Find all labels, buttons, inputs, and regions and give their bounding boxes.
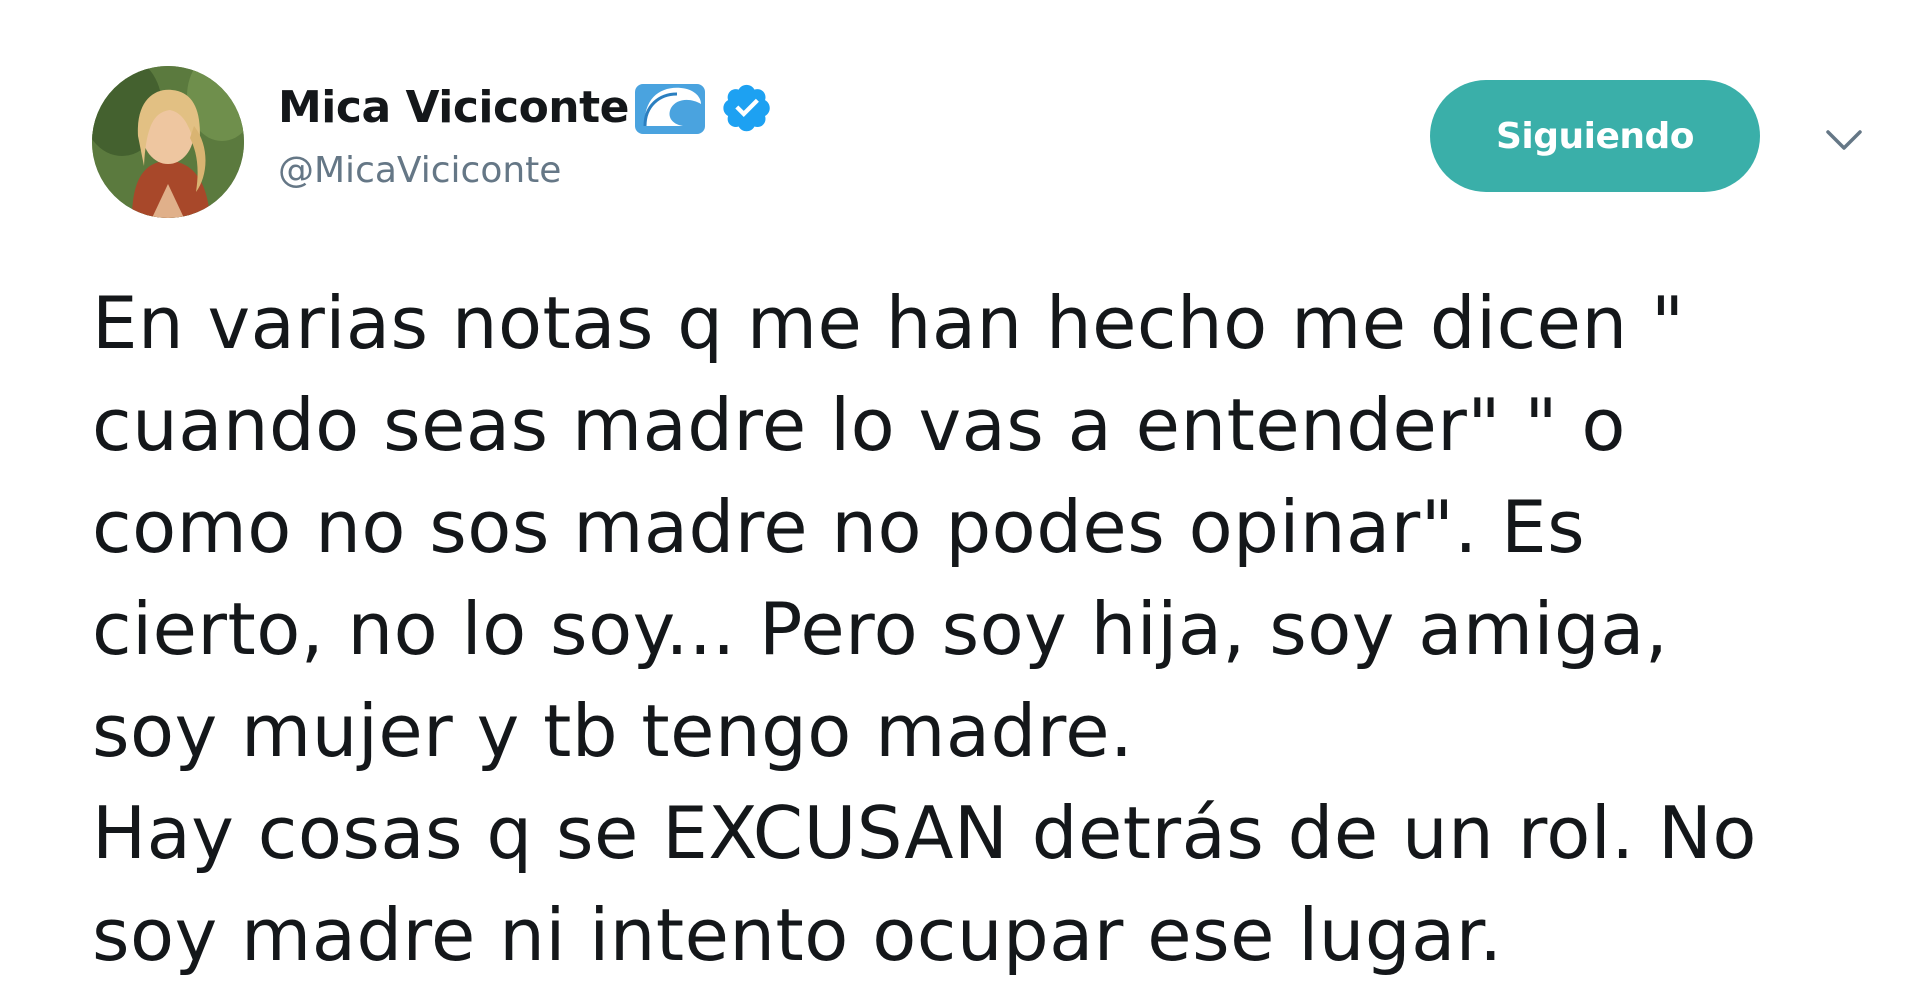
wave-emoji-icon xyxy=(631,76,709,138)
following-button[interactable]: Siguiendo xyxy=(1430,80,1760,192)
username[interactable]: @MicaViciconte xyxy=(278,150,773,191)
chevron-down-icon[interactable] xyxy=(1822,124,1866,156)
verified-icon xyxy=(721,81,773,133)
user-info: Mica Viciconte @MicaViciconte xyxy=(278,76,773,191)
display-name-row: Mica Viciconte xyxy=(278,76,773,138)
tweet-card: Mica Viciconte @MicaViciconte Siguiendo xyxy=(0,0,1920,977)
avatar[interactable] xyxy=(92,66,244,218)
tweet-text: En varias notas q me han hecho me dicen … xyxy=(92,281,1757,977)
display-name[interactable]: Mica Viciconte xyxy=(278,82,630,133)
